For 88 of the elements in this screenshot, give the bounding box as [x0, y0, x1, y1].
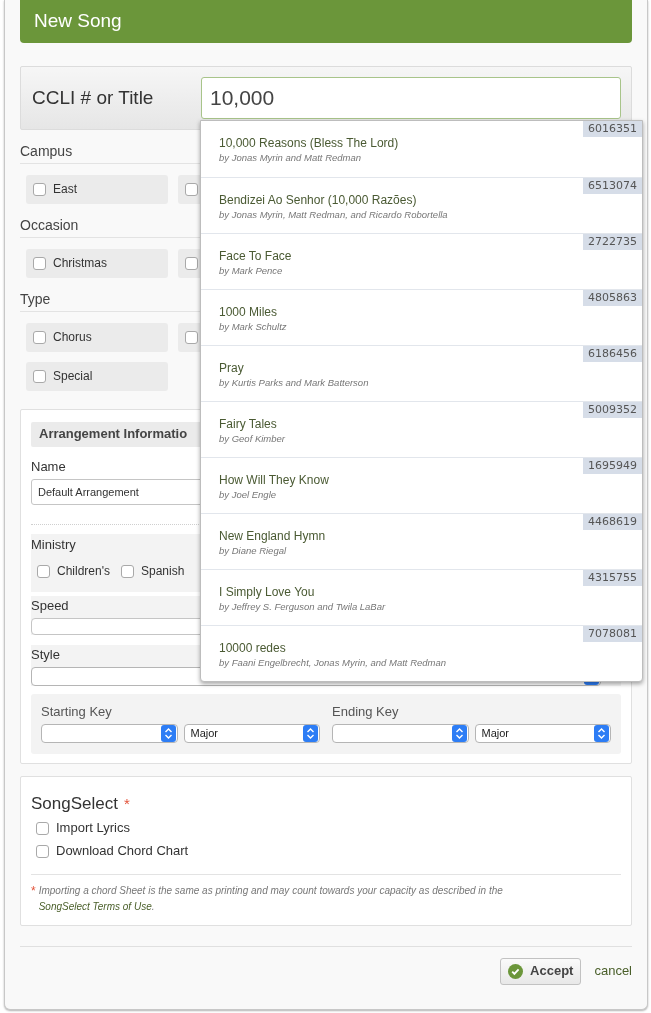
checkbox[interactable] [185, 183, 198, 196]
speed-label: Speed [31, 598, 69, 614]
song-number: 4315755 [583, 570, 642, 586]
key-label: Starting Key [41, 704, 112, 720]
song-authors: by Joel Engle [219, 488, 277, 501]
option-label: East [53, 181, 77, 198]
song-title: New England Hymn [219, 528, 326, 544]
song-title: 1000 Miles [219, 304, 278, 320]
result-item[interactable]: 5009352 Fairy Tales by Geof Kimber [201, 401, 642, 457]
mode-select[interactable]: Major [183, 724, 320, 743]
song-title: Fairy Tales [219, 416, 277, 432]
checkbox[interactable] [33, 370, 46, 383]
song-title: Bendizei Ao Senhor (10,000 Razões) [219, 192, 417, 208]
key-select[interactable] [41, 724, 178, 743]
song-title: 10000 redes [219, 640, 286, 656]
option-tile[interactable]: Christmas [26, 249, 168, 278]
song-authors: by Mark Schultz [219, 320, 287, 333]
note-mark: * [31, 882, 36, 899]
song-title: I Simply Love You [219, 584, 315, 600]
song-number: 4468619 [583, 514, 642, 530]
style-label: Style [31, 647, 60, 663]
option-label: Spanish [141, 564, 185, 580]
name-label: Name [31, 459, 66, 475]
checkbox[interactable] [33, 183, 46, 196]
option-label: Children's [57, 564, 110, 580]
result-item[interactable]: 4315755 I Simply Love You by Jeffrey S. Ferguson and Twila LaBar [201, 569, 642, 625]
accept-button[interactable]: Accept [500, 957, 582, 985]
capacity-note: Importing a chord Sheet is the same as printing and may count towards your capacity as described in the SongSelect Terms of Use. [38, 883, 504, 914]
checkbox[interactable] [37, 565, 50, 579]
dialog-title: New Song [34, 9, 122, 34]
song-number: 1695949 [583, 458, 642, 474]
required-mark: * [123, 794, 130, 814]
song-number: 2722735 [583, 234, 642, 250]
song-number: 4805863 [583, 290, 642, 306]
checkbox[interactable] [185, 257, 198, 270]
search-field[interactable]: 10,000 [201, 77, 621, 119]
group-label: Occasion [20, 216, 79, 235]
option-label: Special [53, 368, 93, 385]
key-select[interactable] [332, 724, 469, 743]
result-item[interactable]: 4468619 New England Hymn by Diane Riegal [201, 513, 642, 569]
checkbox[interactable] [36, 822, 49, 836]
result-item[interactable]: 7078081 10000 redes by Faani Engelbrecht, Jonas Myrin, and Matt Redman [201, 625, 642, 681]
song-title: How Will They Know [219, 472, 329, 488]
group-label: Campus [20, 142, 73, 161]
song-authors: by Jeffrey S. Ferguson and Twila LaBar [219, 600, 386, 613]
song-number: 5009352 [583, 402, 642, 418]
mode-select[interactable]: Major [474, 724, 611, 743]
option-label: Christmas [53, 255, 107, 272]
option-tile[interactable]: Chorus [26, 323, 168, 352]
song-authors: by Diane Riegal [219, 544, 287, 557]
option-tile[interactable]: Special [26, 362, 168, 391]
song-title: Face To Face [219, 248, 292, 264]
checkbox[interactable] [33, 331, 46, 344]
check-icon [508, 963, 524, 979]
section-title: Arrangement Informatio [39, 426, 188, 443]
checkbox[interactable] [33, 257, 46, 270]
result-item[interactable]: 6186456 Pray by Kurtis Parks and Mark Batterson [201, 345, 642, 401]
song-number: 6513074 [583, 178, 642, 194]
terms-link[interactable]: SongSelect Terms of Use [38, 900, 152, 912]
cancel-link[interactable]: cancel [594, 962, 632, 980]
song-authors: by Mark Pence [219, 264, 283, 277]
result-item[interactable]: 2722735 Face To Face by Mark Pence [201, 233, 642, 289]
group-label: Type [20, 290, 51, 309]
result-item[interactable]: 1695949 How Will They Know by Joel Engle [201, 457, 642, 513]
song-number: 6016351 [583, 121, 642, 137]
checkbox[interactable] [185, 331, 198, 344]
checkbox[interactable] [36, 844, 49, 858]
result-item[interactable]: 4805863 1000 Miles by Mark Schultz [201, 289, 642, 345]
ministry-label: Ministry [31, 537, 76, 553]
option-tile[interactable]: East [26, 175, 168, 204]
song-number: 6186456 [583, 346, 642, 362]
result-item[interactable]: 6513074 Bendizei Ao Senhor (10,000 Razões) by Jonas Myrin, Matt Redman, and Ricardo Robortella [201, 177, 642, 233]
songselect-title: SongSelect [31, 793, 118, 815]
checkbox[interactable] [121, 565, 134, 579]
song-authors: by Faani Engelbrecht, Jonas Myrin, and Matt Redman [219, 656, 447, 669]
option-label: Chorus [53, 329, 92, 346]
song-authors: by Geof Kimber [219, 432, 285, 445]
result-item[interactable]: 6016351 10,000 Reasons (Bless The Lord) by Jonas Myrin and Matt Redman [201, 121, 642, 177]
song-authors: by Jonas Myrin and Matt Redman [219, 151, 362, 164]
search-label: CCLI # or Title [32, 85, 155, 110]
song-authors: by Jonas Myrin, Matt Redman, and Ricardo Robortella [219, 208, 448, 221]
option-label: Download Chord Chart [56, 843, 189, 860]
song-title: 10,000 Reasons (Bless The Lord) [219, 135, 399, 151]
song-number: 7078081 [583, 626, 642, 642]
key-label: Ending Key [332, 704, 399, 720]
song-title: Pray [219, 360, 244, 376]
option-label: Import Lyrics [56, 820, 130, 837]
song-authors: by Kurtis Parks and Mark Batterson [219, 376, 369, 389]
